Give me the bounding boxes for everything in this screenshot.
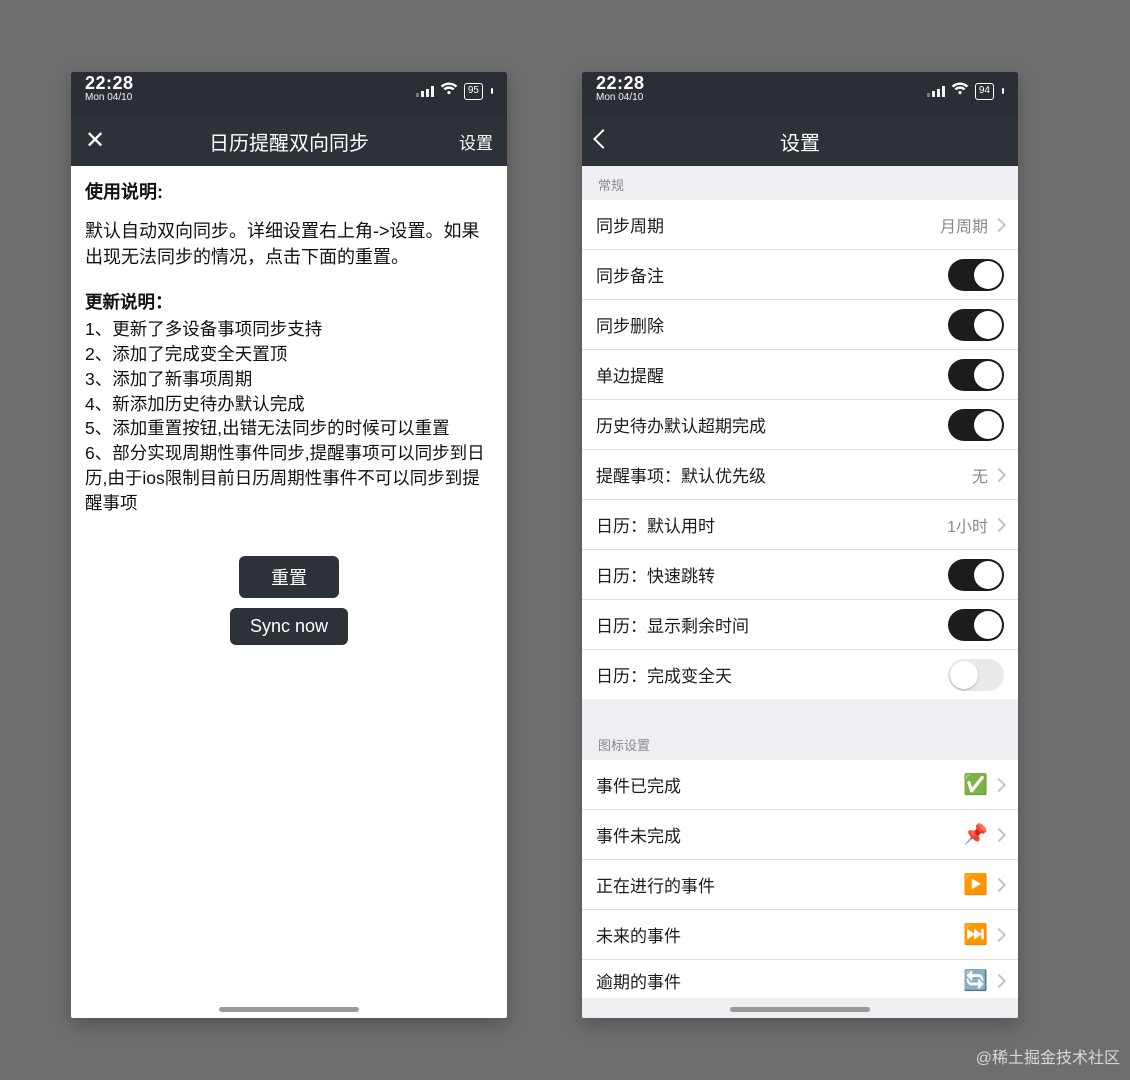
close-icon[interactable]: ✕ — [85, 127, 105, 154]
update-item: 5、添加重置按钮,出错无法同步的时候可以重置 — [85, 416, 493, 441]
nav-title: 日历提醒双向同步 — [141, 127, 437, 156]
update-item: 4、新添加历史待办默认完成 — [85, 392, 493, 417]
row-label: 逾期的事件 — [596, 968, 681, 993]
sync-now-button[interactable]: Sync now — [230, 608, 348, 645]
chevron-right-icon — [992, 217, 1006, 231]
battery-icon: 95 — [464, 83, 483, 100]
chevron-right-icon — [992, 517, 1006, 531]
chevron-right-icon — [992, 467, 1006, 481]
row-label: 同步备注 — [596, 262, 664, 287]
settings-row-event_future[interactable]: 未来的事件 ⏭️ — [582, 910, 1018, 960]
row-label: 事件已完成 — [596, 772, 681, 797]
toggle-sync_notes[interactable] — [948, 259, 1004, 291]
row-label: 提醒事项：默认优先级 — [596, 462, 766, 487]
settings-row-event_in_progress[interactable]: 正在进行的事件 ▶️ — [582, 860, 1018, 910]
home-indicator[interactable] — [730, 1007, 870, 1012]
settings-row-calendar_done_full_day[interactable]: 日历：完成变全天 — [582, 650, 1018, 699]
toggle-calendar_quick_jump[interactable] — [948, 559, 1004, 591]
updates-heading: 更新说明： — [85, 290, 493, 315]
settings-row-event_done[interactable]: 事件已完成 ✅ — [582, 760, 1018, 810]
signal-icon — [927, 85, 945, 97]
chevron-right-icon — [992, 927, 1006, 941]
row-label: 日历：默认用时 — [596, 512, 715, 537]
usage-heading: 使用说明: — [85, 178, 493, 204]
usage-paragraph: 默认自动双向同步。详细设置右上角->设置。如果出现无法同步的情况，点击下面的重置… — [85, 218, 493, 270]
status-date: Mon 04/10 — [596, 93, 645, 103]
row-icon: ✅ — [963, 772, 988, 797]
row-value: 无 — [972, 463, 988, 487]
row-label: 日历：快速跳转 — [596, 562, 715, 587]
status-bar: 22:28 Mon 04/10 94 — [582, 72, 1018, 116]
phone-left: 22:28 Mon 04/10 95 ✕ 日历提醒双向同步 设置 使用说明: 默… — [71, 72, 507, 1018]
row-label: 正在进行的事件 — [596, 872, 715, 897]
chevron-right-icon — [992, 973, 1006, 987]
settings-row-sync_delete[interactable]: 同步删除 — [582, 300, 1018, 350]
chevron-right-icon — [992, 827, 1006, 841]
settings-row-event_undone[interactable]: 事件未完成 📌 — [582, 810, 1018, 860]
update-item: 2、添加了完成变全天置顶 — [85, 342, 493, 367]
row-label: 同步删除 — [596, 312, 664, 337]
update-item: 1、更新了多设备事项同步支持 — [85, 317, 493, 342]
settings-button[interactable]: 设置 — [437, 129, 493, 154]
settings-scroll[interactable]: 常规 同步周期月周期同步备注同步删除单边提醒历史待办默认超期完成提醒事项：默认优… — [582, 166, 1018, 1018]
settings-row-history_overdue_done[interactable]: 历史待办默认超期完成 — [582, 400, 1018, 450]
section-header-icons: 图标设置 — [582, 699, 1018, 760]
row-label: 日历：完成变全天 — [596, 662, 732, 687]
reset-button[interactable]: 重置 — [239, 556, 339, 598]
settings-row-reminder_default_priority[interactable]: 提醒事项：默认优先级 无 — [582, 450, 1018, 500]
row-label: 同步周期 — [596, 212, 664, 237]
home-indicator[interactable] — [219, 1007, 359, 1012]
row-label: 历史待办默认超期完成 — [596, 412, 766, 437]
chevron-right-icon — [992, 777, 1006, 791]
settings-row-calendar_quick_jump[interactable]: 日历：快速跳转 — [582, 550, 1018, 600]
watermark: @稀土掘金技术社区 — [976, 1044, 1120, 1068]
nav-bar: 设置 — [582, 116, 1018, 166]
settings-row-calendar_default_duration[interactable]: 日历：默认用时 1小时 — [582, 500, 1018, 550]
row-icon: ⏭️ — [963, 922, 988, 947]
settings-row-sync_period[interactable]: 同步周期 月周期 — [582, 200, 1018, 250]
chevron-right-icon — [992, 877, 1006, 891]
status-date: Mon 04/10 — [85, 93, 134, 103]
section-header-general: 常规 — [582, 166, 1018, 200]
toggle-sync_delete[interactable] — [948, 309, 1004, 341]
toggle-one_side_remind[interactable] — [948, 359, 1004, 391]
row-label: 单边提醒 — [596, 362, 664, 387]
settings-row-one_side_remind[interactable]: 单边提醒 — [582, 350, 1018, 400]
status-time: 22:28 — [596, 74, 645, 92]
row-label: 事件未完成 — [596, 822, 681, 847]
main-content: 使用说明: 默认自动双向同步。详细设置右上角->设置。如果出现无法同步的情况，点… — [71, 166, 507, 645]
settings-row-event_overdue[interactable]: 逾期的事件 🔄 — [582, 960, 1018, 998]
wifi-icon — [951, 82, 969, 100]
battery-icon: 94 — [975, 83, 994, 100]
update-item: 6、部分实现周期性事件同步,提醒事项可以同步到日历,由于ios限制目前日历周期性… — [85, 441, 493, 516]
update-item: 3、添加了新事项周期 — [85, 367, 493, 392]
row-value: 月周期 — [940, 213, 988, 237]
row-value: 1小时 — [947, 513, 988, 537]
nav-bar: ✕ 日历提醒双向同步 设置 — [71, 116, 507, 166]
back-icon[interactable] — [593, 129, 613, 149]
toggle-calendar_done_full_day[interactable] — [948, 659, 1004, 691]
row-label: 未来的事件 — [596, 922, 681, 947]
settings-row-sync_notes[interactable]: 同步备注 — [582, 250, 1018, 300]
row-icon: 🔄 — [963, 968, 988, 993]
row-icon: 📌 — [963, 822, 988, 847]
status-bar: 22:28 Mon 04/10 95 — [71, 72, 507, 116]
wifi-icon — [440, 82, 458, 100]
settings-row-calendar_show_remaining[interactable]: 日历：显示剩余时间 — [582, 600, 1018, 650]
phone-right: 22:28 Mon 04/10 94 设置 常规 同步周期 月周期同步备注同步删除… — [582, 72, 1018, 1018]
toggle-calendar_show_remaining[interactable] — [948, 609, 1004, 641]
status-time: 22:28 — [85, 74, 134, 92]
nav-title: 设置 — [652, 127, 948, 156]
row-label: 日历：显示剩余时间 — [596, 612, 749, 637]
row-icon: ▶️ — [963, 872, 988, 897]
signal-icon — [416, 85, 434, 97]
toggle-history_overdue_done[interactable] — [948, 409, 1004, 441]
